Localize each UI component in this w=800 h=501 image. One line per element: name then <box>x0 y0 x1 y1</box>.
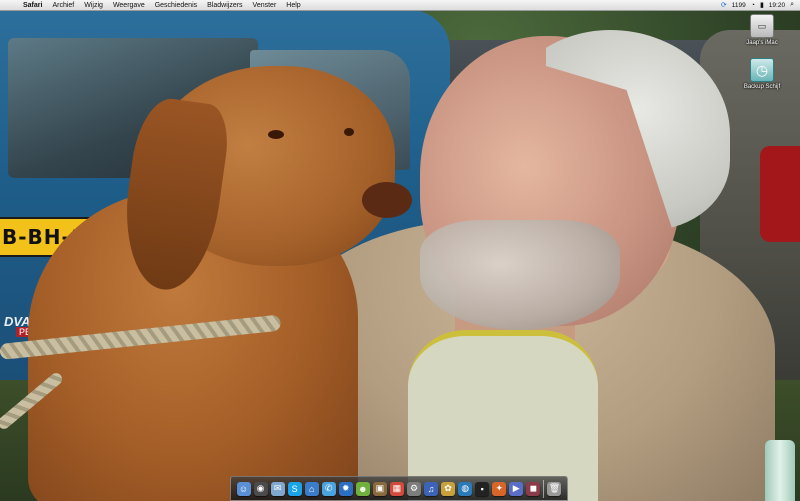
desktop-icon-backup-drive[interactable]: ◷ Backup Schijf <box>732 58 792 90</box>
menu-weergave[interactable]: Weergave <box>108 2 150 9</box>
dock-item-finder-icon[interactable]: ☺ <box>236 481 251 496</box>
desktop-icon-imac-drive[interactable]: ▭ Jaap's iMac <box>732 14 792 46</box>
menu-extras: ⟳ 1199 ◔ ▮ 19:20 ⌕ <box>721 1 800 9</box>
menu-bar: Safari Archief Wijzig Weergave Geschiede… <box>0 0 800 11</box>
dock-separator <box>543 479 545 498</box>
menu-venster[interactable]: Venster <box>248 2 282 9</box>
dock-item-photo-booth-icon[interactable]: ◼ <box>526 481 541 496</box>
dock-item-mail-icon[interactable]: ✉ <box>270 481 285 496</box>
dock-item-safari-icon[interactable]: ✹ <box>338 481 353 496</box>
sync-icon[interactable]: ⟳ <box>721 1 727 9</box>
menu-geschiedenis[interactable]: Geschiedenis <box>150 2 202 9</box>
dog-eye <box>268 130 284 139</box>
battery-icon[interactable]: ▮ <box>760 1 764 9</box>
car-taillight <box>760 146 800 242</box>
dog-nose <box>362 182 412 218</box>
dock-item-trash-icon[interactable]: 🗑 <box>547 481 562 496</box>
menu-wijzig[interactable]: Wijzig <box>79 2 108 9</box>
menu-bladwijzers[interactable]: Bladwijzers <box>202 2 247 9</box>
dock-item-calendar-icon[interactable]: ▦ <box>389 481 404 496</box>
dock: ☺ ◉ ✉ S ⌂ ✆ ✹ ☻ ▣ ▦ ⚙ ♫ ✿ ◍ ▪ ✦ ▶ ◼ 🗑 <box>230 476 568 501</box>
water-bottle <box>765 440 795 501</box>
dock-item-world-icon[interactable]: ◍ <box>458 481 473 496</box>
dock-item-network-icon[interactable]: ⌂ <box>304 481 319 496</box>
dog-eye <box>344 128 354 136</box>
man-beard <box>420 220 620 330</box>
menu-help[interactable]: Help <box>281 2 305 9</box>
menu-clock[interactable]: 19:20 <box>769 2 785 9</box>
menu-app-safari[interactable]: Safari <box>18 2 47 9</box>
desktop-wallpaper: B-BH-14 DVA OBU PEBINA <box>0 0 800 501</box>
dock-item-photos-icon[interactable]: ▣ <box>372 481 387 496</box>
dock-item-ichat-icon[interactable]: ☻ <box>355 481 370 496</box>
dock-item-skype-icon[interactable]: S <box>287 481 302 496</box>
desktop-icon-label: Backup Schijf <box>743 84 781 90</box>
dock-item-preferences-icon[interactable]: ⚙ <box>406 481 421 496</box>
wifi-icon[interactable]: ◔ <box>751 2 755 9</box>
dock-item-firefox-icon[interactable]: ✦ <box>492 481 507 496</box>
time-machine-icon: ◷ <box>750 58 774 82</box>
dock-item-messages-icon[interactable]: ✆ <box>321 481 336 496</box>
dock-item-terminal-icon[interactable]: ▪ <box>475 481 490 496</box>
dock-item-quicktime-icon[interactable]: ▶ <box>509 481 524 496</box>
dock-item-dashboard-icon[interactable]: ◉ <box>253 481 268 496</box>
spotlight-search-icon[interactable]: ⌕ <box>790 1 794 9</box>
dock-item-iphoto-icon[interactable]: ✿ <box>441 481 456 496</box>
status-number-readout[interactable]: 1199 <box>732 2 746 9</box>
dock-item-itunes-icon[interactable]: ♫ <box>424 481 439 496</box>
hard-drive-icon: ▭ <box>750 14 774 38</box>
menu-archief[interactable]: Archief <box>47 2 79 9</box>
desktop-icon-label: Jaap's iMac <box>746 40 778 46</box>
